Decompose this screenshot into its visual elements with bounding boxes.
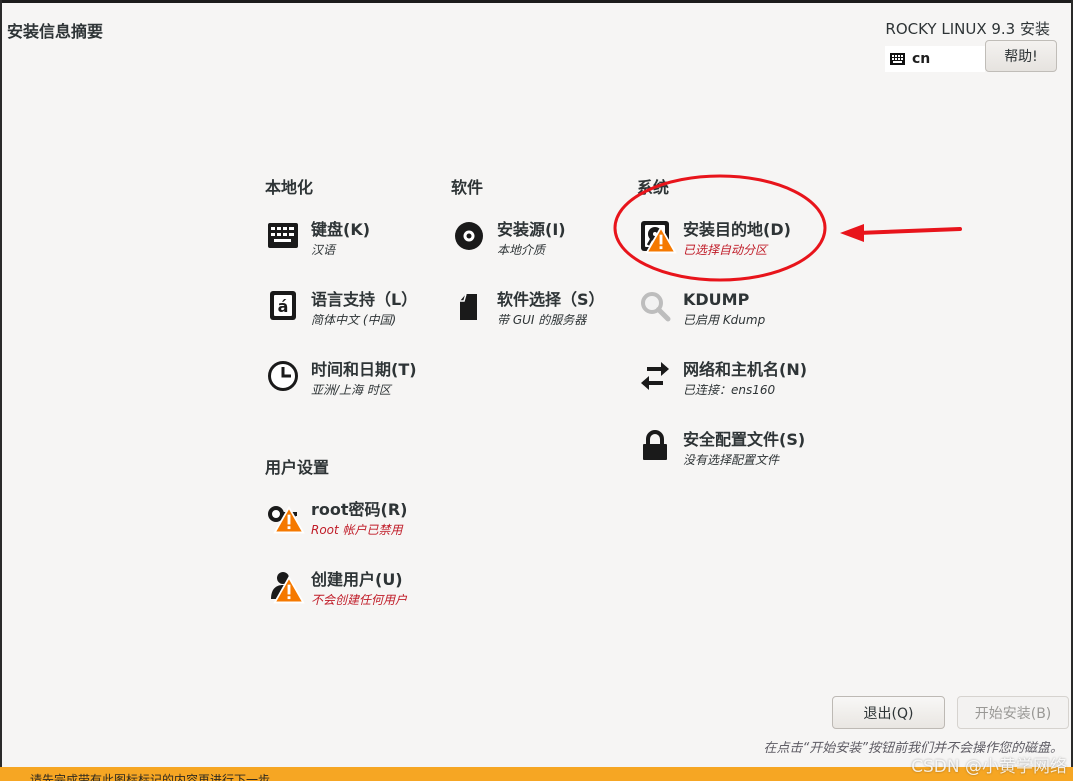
clock-icon — [267, 360, 299, 392]
spoke-root-password[interactable]: root密码(R) Root 帐户已禁用 — [267, 500, 407, 539]
begin-installation-button[interactable]: 开始安装(B) — [957, 696, 1069, 729]
language-icon: á — [267, 290, 299, 322]
spoke-keyboard-status: 汉语 — [311, 243, 336, 257]
product-title: ROCKY LINUX 9.3 安装 — [885, 20, 1050, 38]
spoke-security-profile[interactable]: 安全配置文件(S) 没有选择配置文件 — [639, 430, 805, 469]
section-system: 系统 — [637, 178, 670, 197]
keyboard-small-icon — [890, 53, 905, 65]
window-left-border — [0, 0, 2, 781]
spoke-kdump[interactable]: KDUMP 已启用 Kdump — [639, 290, 765, 329]
spoke-kdump-title: KDUMP — [683, 290, 750, 309]
section-user-settings: 用户设置 — [265, 458, 330, 477]
spoke-network-status: 已连接：ens160 — [683, 383, 776, 397]
spoke-installation-destination-title: 安装目的地(D) — [683, 220, 791, 239]
section-software: 软件 — [451, 178, 484, 197]
lock-icon — [639, 430, 671, 462]
spoke-network-title: 网络和主机名(N) — [683, 360, 808, 379]
warning-icon — [645, 225, 677, 254]
spoke-datetime-status: 亚洲/上海 时区 — [311, 383, 391, 397]
network-arrows-icon — [639, 360, 671, 392]
spoke-installation-destination[interactable]: 安装目的地(D) 已选择自动分区 — [639, 220, 791, 259]
key-icon — [267, 500, 305, 534]
spoke-language-title: 语言支持（L） — [311, 290, 418, 309]
spoke-keyboard-title: 键盘(K) — [311, 220, 371, 239]
package-icon — [453, 290, 485, 322]
annotation-arrowhead — [840, 224, 864, 242]
window-top-border — [0, 0, 1073, 3]
spoke-create-user-title: 创建用户(U) — [311, 570, 403, 589]
annotation-arrow — [856, 227, 962, 235]
spoke-language[interactable]: á 语言支持（L） 简体中文 (中国) — [267, 290, 417, 329]
svg-text:á: á — [278, 297, 289, 316]
help-button[interactable]: 帮助! — [985, 40, 1057, 72]
spoke-security-profile-title: 安全配置文件(S) — [683, 430, 806, 449]
warning-icon — [273, 575, 305, 604]
spoke-network[interactable]: 网络和主机名(N) 已连接：ens160 — [639, 360, 807, 399]
page-title: 安装信息摘要 — [7, 22, 104, 41]
spoke-datetime-title: 时间和日期(T) — [311, 360, 417, 379]
spoke-installation-source[interactable]: 安装源(I) 本地介质 — [453, 220, 566, 259]
red-annotation — [613, 174, 962, 282]
harddisk-icon — [639, 220, 677, 254]
keyboard-icon — [267, 220, 299, 252]
spoke-software-selection-status: 带 GUI 的服务器 — [497, 313, 587, 327]
keyboard-layout-indicator[interactable]: cn — [885, 46, 985, 72]
disc-icon — [453, 220, 485, 252]
spoke-security-profile-status: 没有选择配置文件 — [683, 453, 780, 467]
spoke-installation-source-title: 安装源(I) — [497, 220, 566, 239]
section-localization: 本地化 — [265, 178, 314, 197]
warning-icon — [273, 505, 305, 534]
spoke-installation-destination-status: 已选择自动分区 — [683, 243, 768, 257]
spoke-software-selection-title: 软件选择（S） — [497, 290, 605, 309]
spoke-root-password-title: root密码(R) — [311, 500, 408, 519]
spoke-software-selection[interactable]: 软件选择（S） 带 GUI 的服务器 — [453, 290, 605, 329]
user-icon — [267, 570, 305, 604]
spoke-datetime[interactable]: 时间和日期(T) 亚洲/上海 时区 — [267, 360, 417, 399]
spoke-keyboard[interactable]: 键盘(K) 汉语 — [267, 220, 370, 259]
warning-bar-text: 请先完成带有此图标标记的内容再进行下一步。 — [30, 773, 283, 781]
spoke-create-user[interactable]: 创建用户(U) 不会创建任何用户 — [267, 570, 407, 609]
spoke-create-user-status: 不会创建任何用户 — [311, 593, 408, 607]
spoke-root-password-status: Root 帐户已禁用 — [311, 523, 403, 537]
quit-button[interactable]: 退出(Q) — [832, 696, 945, 729]
keyboard-layout-label: cn — [912, 51, 931, 67]
spoke-kdump-status: 已启用 Kdump — [683, 313, 766, 327]
spoke-language-status: 简体中文 (中国) — [311, 313, 397, 327]
magnifier-icon — [639, 290, 671, 322]
watermark: CSDN @小黄学网络 — [911, 757, 1067, 777]
spoke-installation-source-status: 本地介质 — [497, 243, 546, 257]
